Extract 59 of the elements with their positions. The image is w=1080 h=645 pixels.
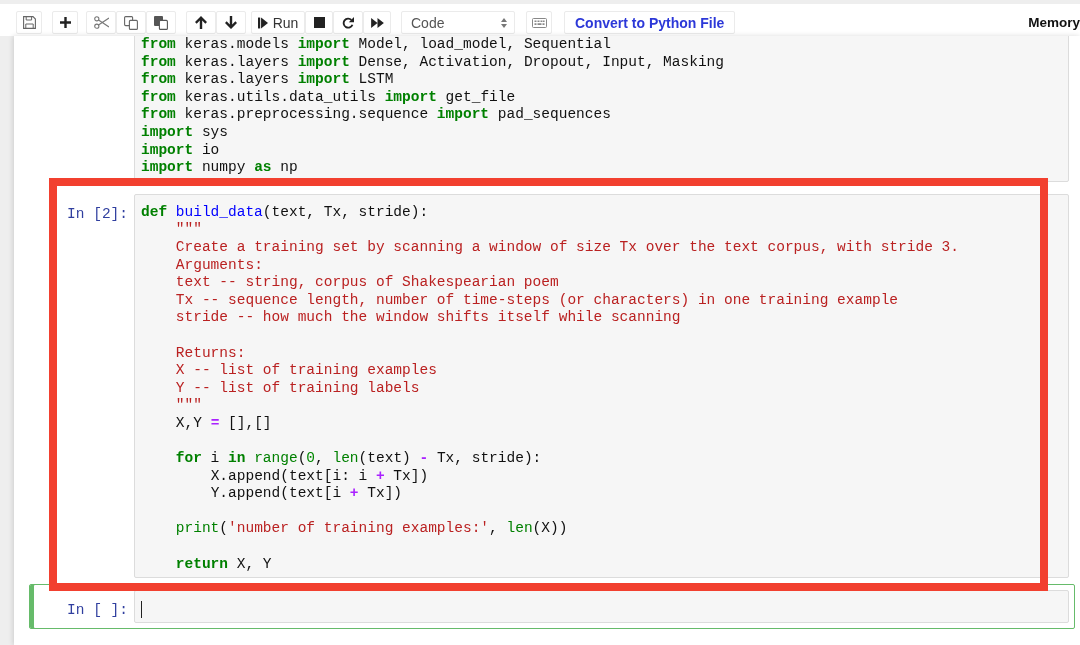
cell-type-dropdown[interactable]: Code — [401, 11, 515, 34]
code-line: from keras.models import Model, load_model, Sequential — [141, 36, 611, 54]
keyboard-icon — [531, 17, 547, 28]
code-line: return X, Y — [175, 555, 272, 574]
cut-button[interactable] — [86, 11, 116, 34]
copy-button[interactable] — [116, 11, 146, 34]
code-editor[interactable] — [134, 590, 1069, 623]
paste-button[interactable] — [146, 11, 176, 34]
code-line: from keras.layers import Dense, Activation, Dropout, Input, Masking — [141, 53, 725, 72]
code-line: import sys — [141, 123, 229, 142]
insert-cell-button[interactable] — [52, 11, 78, 34]
code-line: text -- string, corpus of Shakespearian poem — [175, 274, 559, 292]
code-line: X.append(text[i: i + Tx]) — [210, 467, 429, 486]
save-button[interactable] — [16, 11, 42, 34]
move-down-button[interactable] — [216, 11, 246, 34]
arrow-down-icon — [225, 16, 237, 29]
keyboard-shortcuts-button[interactable] — [526, 11, 552, 34]
code-editor[interactable] — [134, 36, 1069, 182]
updown-caret-icon — [501, 17, 507, 28]
code-line: Returns: — [175, 344, 246, 363]
code-line: X,Y = [],[] — [175, 414, 272, 433]
code-line: def build_data(text, Tx, stride): — [141, 203, 429, 222]
memory-label: Memory — [1028, 14, 1080, 32]
code-line: for i in range(0, len(text) - Tx, stride): — [175, 450, 542, 468]
code-line: from keras.utils.data_utils import get_file — [141, 88, 516, 107]
cell-prompt: In [ ]: — [67, 602, 128, 619]
code-line: stride -- how much the window shifts itself while scanning — [175, 309, 681, 327]
fast-forward-icon — [370, 17, 384, 28]
interrupt-button[interactable] — [305, 11, 333, 34]
code-line: Y -- list of training labels — [175, 379, 420, 398]
run-all-button[interactable] — [363, 11, 391, 34]
code-line: Tx -- sequence length, number of time-steps (or characters) in one training example — [175, 291, 899, 310]
code-line: X -- list of training examples — [175, 362, 437, 380]
copy-icon — [124, 15, 138, 30]
cell-prompt: In [2]: — [67, 205, 128, 222]
run-button[interactable]: Run — [251, 11, 305, 34]
code-line: Y.append(text[i + Tx]) — [210, 485, 403, 503]
step-forward-icon — [257, 16, 268, 29]
paste-icon — [154, 15, 168, 30]
convert-to-python-button[interactable]: Convert to Python File — [564, 11, 736, 34]
arrow-up-icon — [195, 16, 207, 29]
code-line: Arguments: — [175, 256, 263, 275]
text-cursor-icon — [141, 600, 142, 618]
code-line: """ — [175, 221, 202, 239]
code-line: Create a training set by scanning a window of size Tx over the text corpus, with stride 3. — [175, 238, 959, 257]
refresh-icon — [342, 16, 354, 29]
move-up-button[interactable] — [186, 11, 216, 34]
code-line: import io — [141, 141, 220, 160]
code-line: import numpy as np — [141, 159, 298, 177]
code-line: from keras.layers import LSTM — [141, 71, 394, 89]
restart-button[interactable] — [333, 11, 363, 34]
code-line: from keras.preprocessing.sequence import pad_sequences — [141, 106, 611, 124]
code-editor[interactable] — [134, 193, 1069, 579]
scissors-icon — [93, 16, 109, 29]
code-line: print('number of training examples:', len(X)) — [175, 520, 568, 539]
notebook-cell[interactable]: In [ ]: — [29, 584, 1075, 629]
stop-icon — [313, 17, 325, 28]
plus-icon — [59, 17, 71, 28]
code-line: """ — [175, 397, 202, 415]
